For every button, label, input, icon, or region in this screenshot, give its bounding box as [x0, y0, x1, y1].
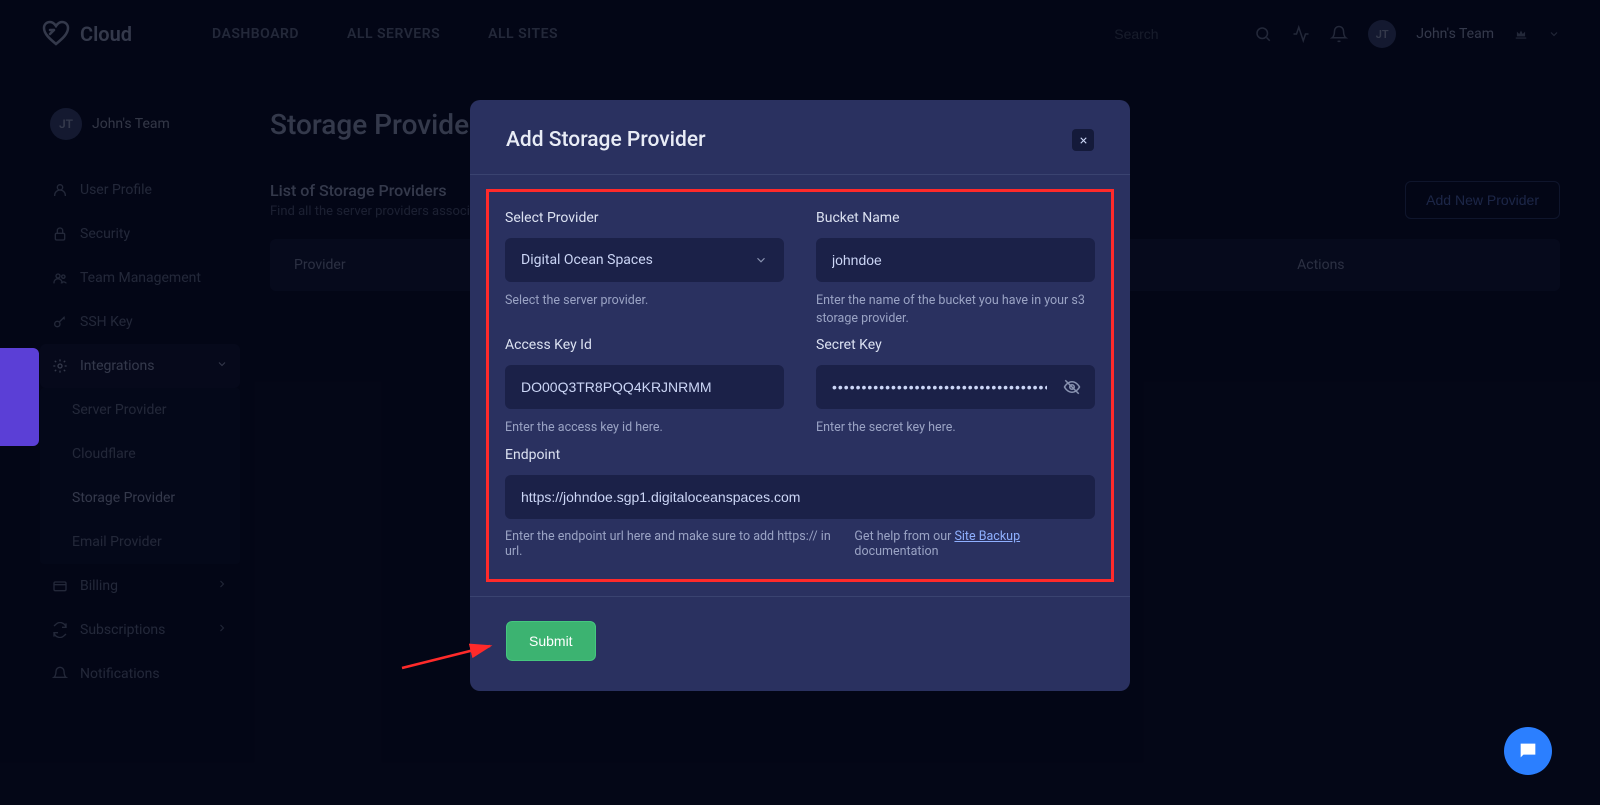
modal-header: Add Storage Provider [470, 100, 1130, 174]
chat-button[interactable] [1504, 727, 1552, 775]
annotation-highlight: Select Provider Digital Ocean Spaces Sel… [486, 189, 1114, 582]
add-storage-provider-modal: Add Storage Provider Select Provider Dig… [470, 100, 1130, 691]
bucket-input[interactable] [816, 238, 1095, 282]
secret-helper: Enter the secret key here. [816, 419, 1095, 437]
endpoint-input[interactable] [505, 475, 1095, 519]
modal-footer: Submit [470, 596, 1130, 691]
chevron-down-icon [754, 253, 768, 267]
site-backup-link[interactable]: Site Backup [954, 529, 1020, 544]
endpoint-helper: Enter the endpoint url here and make sur… [505, 529, 834, 559]
field-endpoint: Endpoint Enter the endpoint url here and… [505, 447, 1095, 559]
access-key-label: Access Key Id [505, 337, 784, 353]
access-key-helper: Enter the access key id here. [505, 419, 784, 437]
provider-label: Select Provider [505, 210, 784, 226]
endpoint-doc-text: Get help from our Site Backup documentat… [854, 529, 1095, 559]
modal-overlay: Add Storage Provider Select Provider Dig… [0, 0, 1600, 805]
close-button[interactable] [1072, 129, 1094, 151]
submit-button[interactable]: Submit [506, 621, 596, 661]
close-icon [1078, 135, 1089, 146]
modal-title: Add Storage Provider [506, 128, 706, 152]
endpoint-label: Endpoint [505, 447, 1095, 463]
secret-label: Secret Key [816, 337, 1095, 353]
provider-helper: Select the server provider. [505, 292, 784, 310]
chat-icon [1517, 740, 1539, 762]
field-bucket: Bucket Name Enter the name of the bucket… [816, 210, 1095, 327]
modal-body: Select Provider Digital Ocean Spaces Sel… [470, 174, 1130, 596]
toggle-visibility-button[interactable] [1063, 378, 1081, 396]
field-access-key: Access Key Id Enter the access key id he… [505, 337, 784, 437]
secret-input[interactable] [816, 365, 1063, 409]
field-secret: Secret Key Enter the secret key here. [816, 337, 1095, 437]
bucket-helper: Enter the name of the bucket you have in… [816, 292, 1095, 327]
provider-value: Digital Ocean Spaces [521, 252, 653, 268]
bucket-label: Bucket Name [816, 210, 1095, 226]
provider-select[interactable]: Digital Ocean Spaces [505, 238, 784, 282]
eye-off-icon [1063, 378, 1081, 396]
access-key-input[interactable] [505, 365, 784, 409]
secret-input-wrapper [816, 365, 1095, 409]
field-provider: Select Provider Digital Ocean Spaces Sel… [505, 210, 784, 327]
